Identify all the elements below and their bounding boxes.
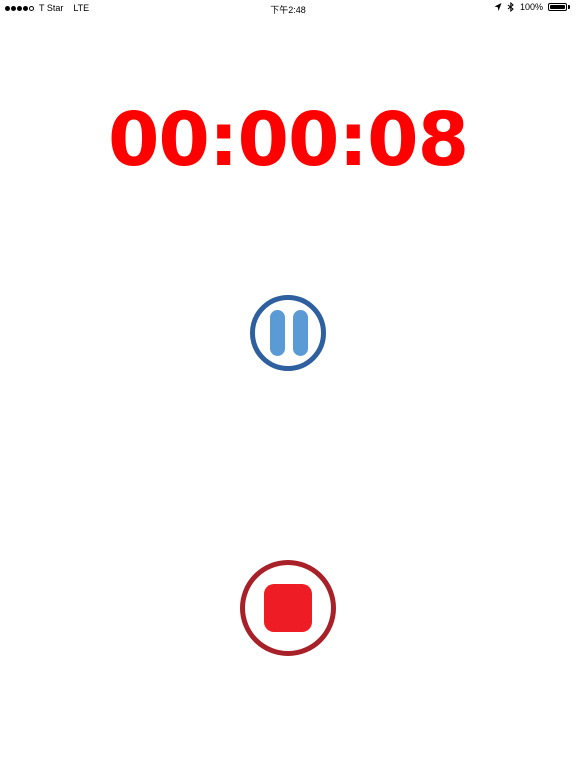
app-screen: T Star LTE 下午2:48 100% 00:00:08 — [0, 0, 576, 768]
pause-button[interactable] — [250, 295, 326, 371]
status-bar: T Star LTE 下午2:48 100% — [0, 0, 576, 16]
battery-fill — [550, 5, 565, 9]
bluetooth-icon — [507, 1, 515, 13]
battery-icon — [548, 3, 570, 11]
location-arrow-icon — [494, 2, 502, 12]
stop-button[interactable] — [240, 560, 336, 656]
battery-percentage: 100% — [519, 2, 543, 12]
pause-bar-left — [270, 310, 285, 356]
status-right: 100% — [494, 1, 570, 13]
stop-icon — [264, 584, 312, 632]
status-time: 下午2:48 — [270, 5, 306, 15]
pause-bar-right — [293, 310, 308, 356]
elapsed-timer: 00:00:08 — [107, 97, 469, 183]
